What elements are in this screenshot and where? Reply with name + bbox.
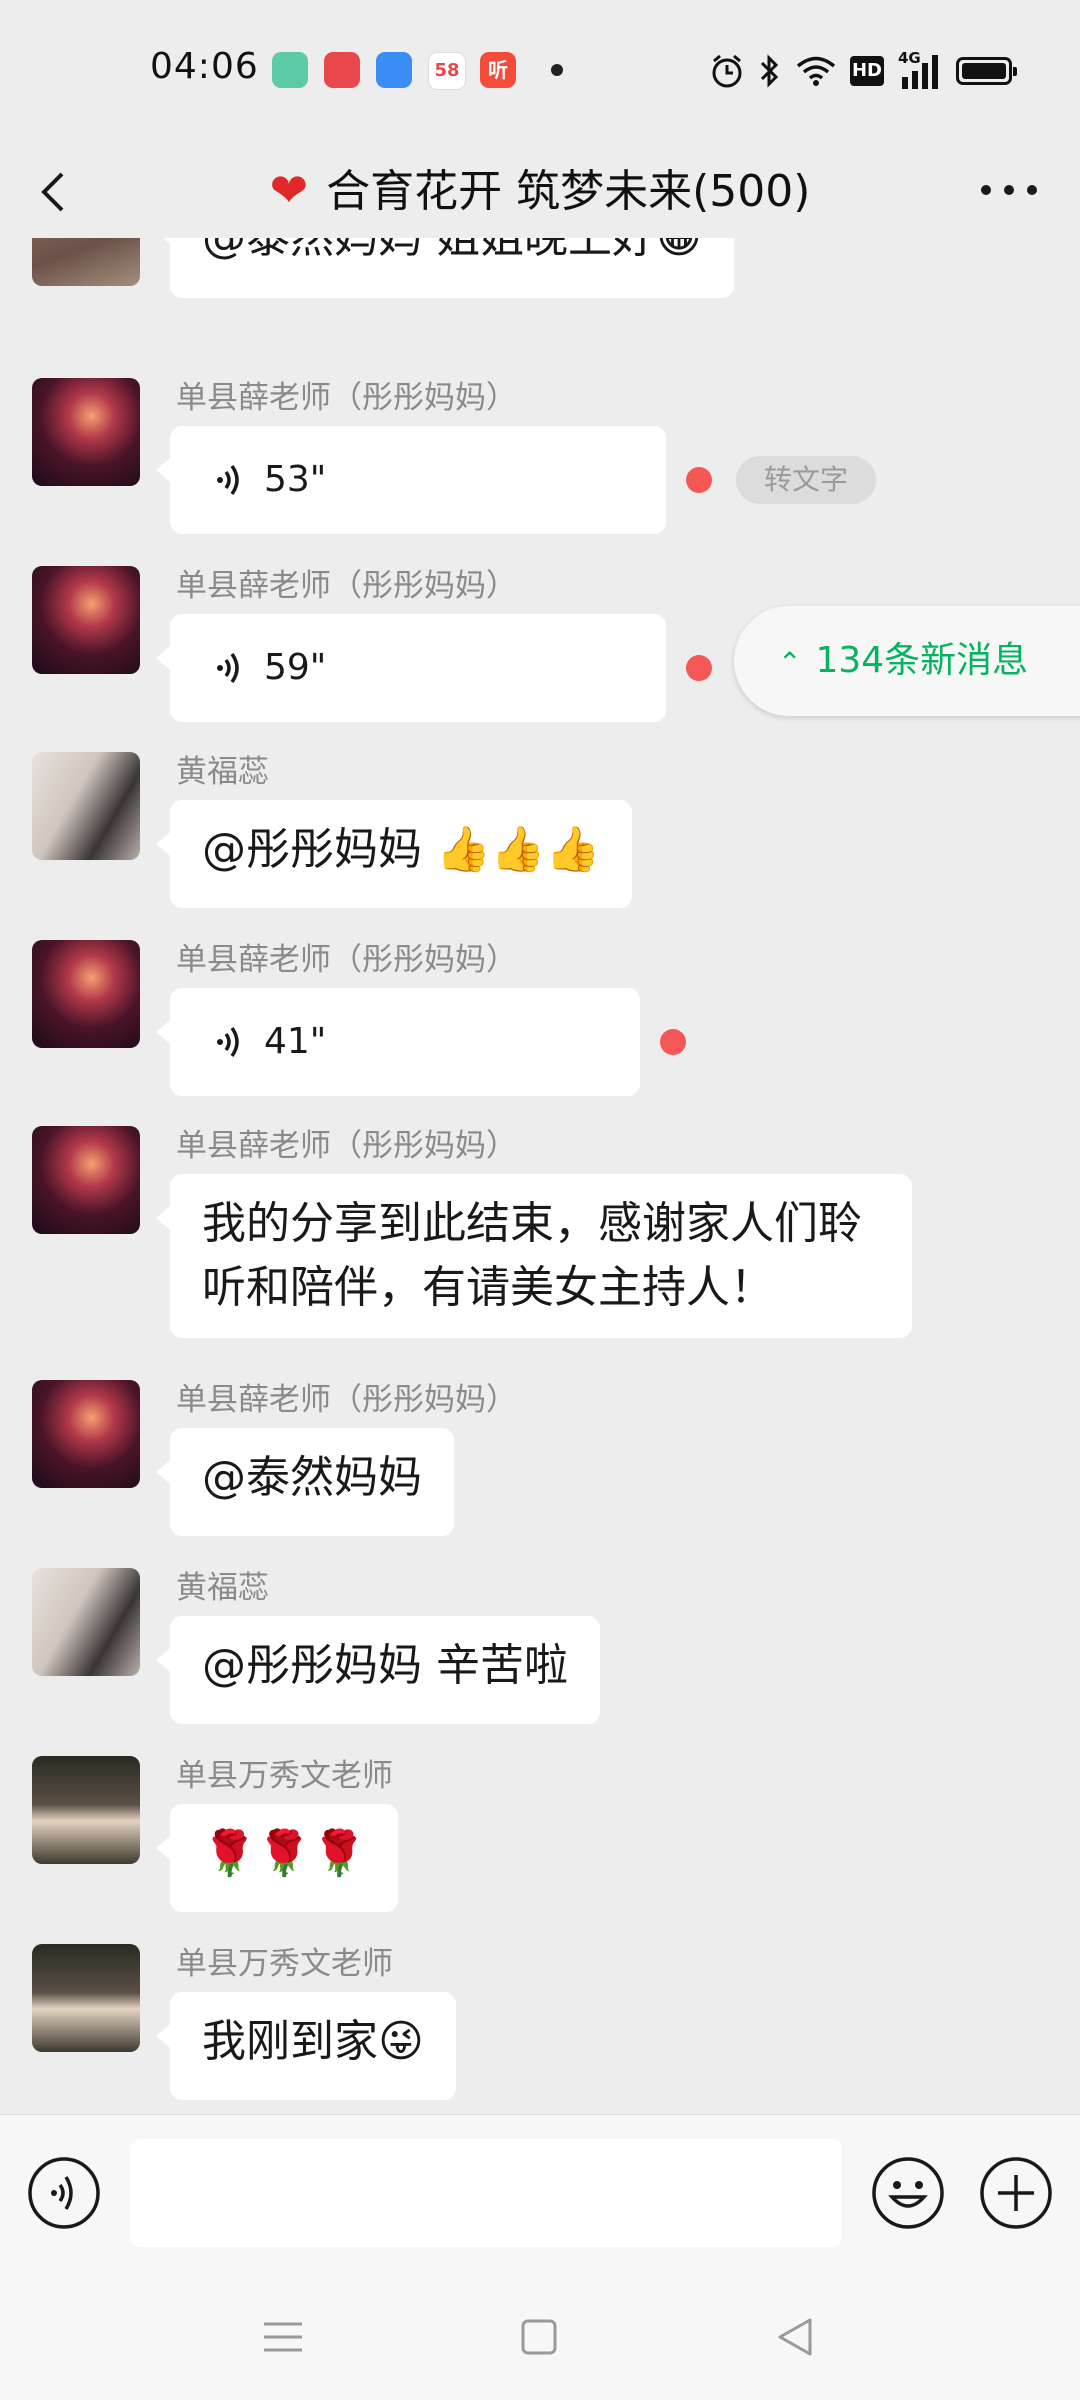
status-right-icons: HD 4G	[710, 49, 1017, 92]
menu-nav-icon[interactable]	[258, 2312, 308, 2362]
unread-dot	[686, 467, 712, 493]
avatar[interactable]	[32, 752, 140, 860]
avatar[interactable]	[32, 940, 140, 1048]
app-listen-icon: 听	[480, 52, 516, 88]
sender-name: 单县万秀文老师	[176, 1758, 393, 1794]
app-red-heart-icon	[324, 52, 360, 88]
voice-wave-icon	[217, 652, 239, 684]
red-heart-icon: ❤	[269, 163, 309, 217]
sender-name: 单县薛老师（彤彤妈妈）	[176, 1382, 517, 1418]
app-58-icon: 58	[428, 52, 466, 90]
avatar[interactable]	[32, 1944, 140, 2052]
avatar[interactable]	[32, 378, 140, 486]
system-nav-bar	[0, 2274, 1080, 2400]
message-list[interactable]: @泰然妈妈 姐姐晚上好😁 单县薛老师（彤彤妈妈） 53" 转文字 单县薛老师（彤…	[0, 238, 1080, 2114]
message-text: 🌹🌹🌹	[202, 1828, 367, 1879]
sender-name: 单县万秀文老师	[176, 1946, 393, 1982]
alarm-icon	[712, 54, 742, 88]
network-type: 4G	[898, 49, 921, 67]
message-bubble[interactable]: @泰然妈妈	[156, 1428, 454, 1536]
plus-icon[interactable]	[978, 2155, 1054, 2231]
message-text: @彤彤妈妈 辛苦啦	[202, 1640, 568, 1691]
bluetooth-icon	[760, 54, 779, 88]
chat-title: ❤ 合育花开 筑梦未来(500)	[0, 150, 1080, 232]
transcribe-button[interactable]: 转文字	[736, 456, 876, 504]
voice-message-bubble[interactable]: 41"	[156, 988, 640, 1096]
voice-duration: 59"	[264, 647, 327, 688]
status-bar: 04:06 58 听 HD 4G	[0, 0, 1080, 140]
emoji-icon[interactable]	[870, 2155, 946, 2231]
voice-message-bubble[interactable]: 53"	[156, 426, 666, 534]
voice-input-icon[interactable]	[26, 2155, 102, 2231]
new-messages-pill[interactable]: ⌃ 134条新消息	[734, 606, 1080, 716]
avatar[interactable]	[32, 1756, 140, 1864]
back-nav-icon[interactable]	[772, 2312, 822, 2362]
avatar[interactable]	[32, 1380, 140, 1488]
sender-name: 黄福蕊	[176, 754, 269, 790]
new-messages-count: 134条新消息	[815, 640, 1029, 681]
avatar[interactable]	[32, 1568, 140, 1676]
message-bubble[interactable]: @彤彤妈妈 辛苦啦	[156, 1616, 600, 1724]
message-text: @泰然妈妈	[202, 1452, 422, 1503]
more-notifications-dot	[551, 64, 563, 76]
message-bubble[interactable]: 🌹🌹🌹	[155, 1804, 399, 1912]
voice-wave-icon	[217, 1026, 239, 1058]
message-text-line: 听和陪伴，有请美女主持人！	[202, 1262, 774, 1313]
battery-icon	[956, 57, 1017, 85]
avatar[interactable]	[32, 238, 140, 286]
voice-wave-icon	[217, 464, 239, 496]
sender-name: 单县薛老师（彤彤妈妈）	[176, 380, 517, 416]
message-bubble[interactable]: @彤彤妈妈 👍👍👍	[155, 800, 633, 908]
app-blue-icon	[376, 52, 412, 88]
sender-name: 单县薛老师（彤彤妈妈）	[176, 942, 517, 978]
voice-duration: 41"	[264, 1021, 327, 1062]
input-bar	[0, 2114, 1080, 2275]
message-text: @彤彤妈妈 👍👍👍	[202, 824, 601, 875]
avatar[interactable]	[32, 566, 140, 674]
hd-badge: HD	[850, 56, 884, 86]
status-time: 04:06	[150, 46, 259, 87]
unread-dot	[660, 1029, 686, 1055]
voice-message-bubble[interactable]: 59"	[156, 614, 666, 722]
group-name: 合育花开 筑梦未来(500)	[326, 166, 811, 217]
message-text: @泰然妈妈 姐姐晚上好😁	[202, 238, 702, 263]
sender-name: 黄福蕊	[176, 1570, 269, 1606]
home-nav-icon[interactable]	[514, 2312, 564, 2362]
message-bubble[interactable]: @泰然妈妈 姐姐晚上好😁	[156, 238, 734, 298]
signal-icon: 4G	[898, 49, 942, 89]
app-green-icon	[272, 52, 308, 88]
double-up-arrow-icon: ⌃	[778, 646, 802, 679]
sender-name: 单县薛老师（彤彤妈妈）	[176, 1128, 517, 1164]
message-bubble[interactable]: 我的分享到此结束，感谢家人们聆 听和陪伴，有请美女主持人！	[156, 1174, 912, 1338]
voice-duration: 53"	[264, 459, 327, 500]
chat-header: ❤ 合育花开 筑梦未来(500)	[0, 140, 1080, 240]
wifi-icon	[796, 56, 836, 86]
message-bubble[interactable]: 我刚到家😜	[156, 1992, 456, 2100]
sender-name: 单县薛老师（彤彤妈妈）	[176, 568, 517, 604]
avatar[interactable]	[32, 1126, 140, 1234]
message-input[interactable]	[130, 2139, 842, 2247]
message-text-line: 我的分享到此结束，感谢家人们聆	[202, 1198, 862, 1249]
more-options-icon[interactable]	[974, 150, 1044, 230]
unread-dot	[686, 655, 712, 681]
message-text: 我刚到家😜	[202, 2016, 424, 2067]
